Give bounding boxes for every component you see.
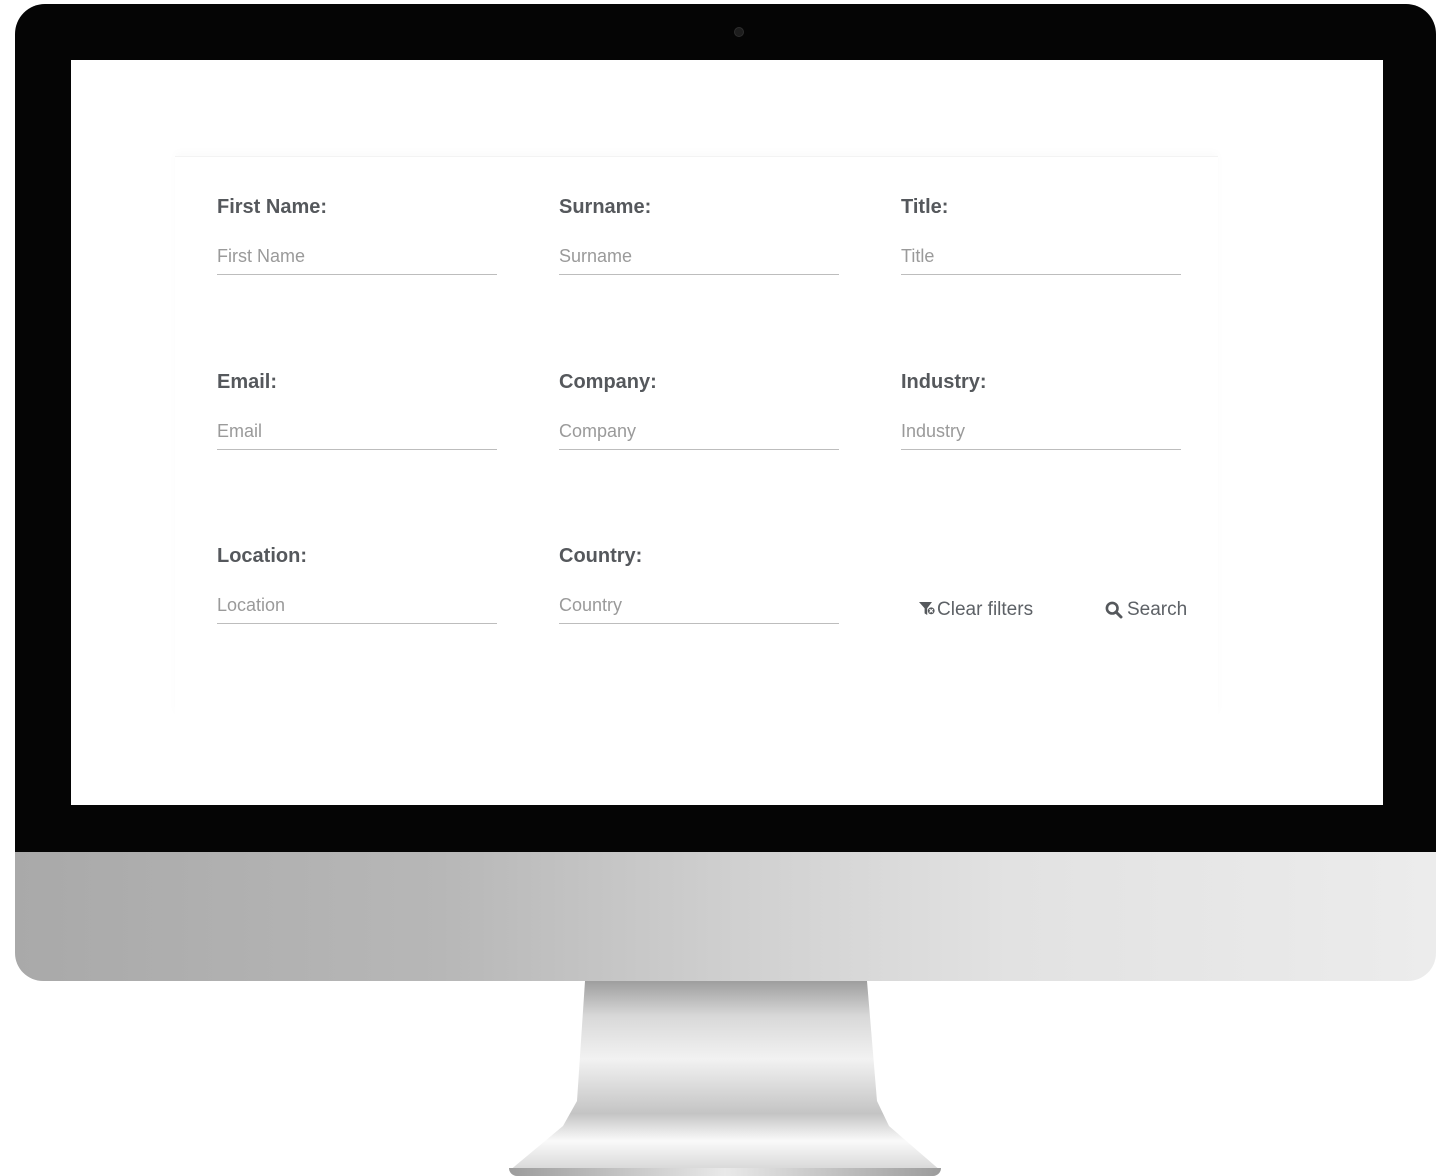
title-label: Title: bbox=[901, 196, 949, 218]
surname-field: Surname: bbox=[559, 195, 839, 275]
surname-input[interactable] bbox=[559, 239, 839, 275]
search-button[interactable]: Search bbox=[1105, 597, 1187, 623]
first-name-input[interactable] bbox=[217, 239, 497, 275]
search-label: Search bbox=[1127, 599, 1188, 620]
location-label: Location: bbox=[217, 545, 307, 567]
surname-label: Surname: bbox=[559, 196, 652, 218]
location-field: Location: bbox=[217, 544, 497, 624]
search-icon bbox=[1105, 601, 1123, 619]
monitor-chin bbox=[15, 852, 1436, 981]
country-input[interactable] bbox=[559, 588, 839, 624]
title-input[interactable] bbox=[901, 239, 1181, 275]
first-name-label: First Name: bbox=[217, 196, 328, 218]
screen: First Name: Surname: Title: Email: Compa… bbox=[71, 60, 1383, 805]
email-input[interactable] bbox=[217, 414, 497, 450]
camera-icon bbox=[734, 27, 744, 37]
industry-label: Industry: bbox=[901, 371, 987, 393]
email-field: Email: bbox=[217, 370, 497, 450]
email-label: Email: bbox=[217, 371, 278, 393]
industry-input[interactable] bbox=[901, 414, 1181, 450]
industry-field: Industry: bbox=[901, 370, 1181, 450]
monitor-stand-base bbox=[509, 1168, 941, 1176]
country-label: Country: bbox=[559, 545, 643, 567]
contact-filter-form: First Name: Surname: Title: Email: Compa… bbox=[175, 156, 1218, 717]
filter-clear-icon bbox=[918, 601, 937, 619]
monitor-stand bbox=[509, 981, 941, 1171]
title-field: Title: bbox=[901, 195, 1181, 275]
clear-filters-label: Clear filters bbox=[937, 599, 1034, 620]
clear-filters-button[interactable]: Clear filters bbox=[918, 597, 1033, 623]
location-input[interactable] bbox=[217, 588, 497, 624]
company-label: Company: bbox=[559, 371, 657, 393]
company-field: Company: bbox=[559, 370, 839, 450]
country-field: Country: bbox=[559, 544, 839, 624]
company-input[interactable] bbox=[559, 414, 839, 450]
first-name-field: First Name: bbox=[217, 195, 497, 275]
